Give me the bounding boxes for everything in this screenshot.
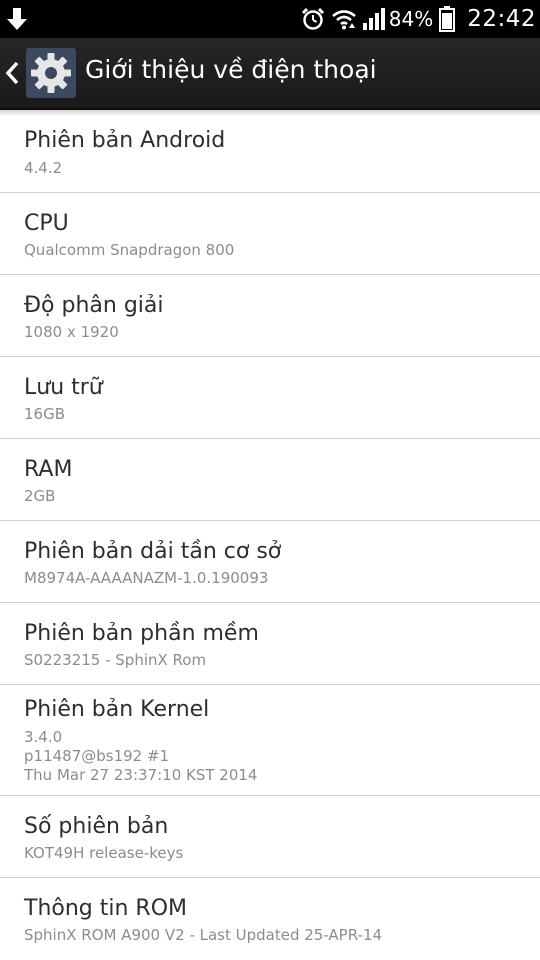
battery-percent: 84% — [388, 7, 434, 31]
item-summary: 4.4.2 — [24, 159, 63, 177]
list-item-software-version[interactable]: Phiên bản phần mềm S0223215 - SphinX Rom — [0, 603, 540, 685]
list-item-cpu[interactable]: CPU Qualcomm Snapdragon 800 — [0, 193, 540, 275]
item-title: Độ phân giải — [24, 293, 164, 318]
item-title: Phiên bản dải tần cơ sở — [24, 539, 282, 564]
list-item-storage[interactable]: Lưu trữ 16GB — [0, 357, 540, 439]
status-icons: 84% 22:42 — [295, 0, 536, 38]
item-summary: 1080 x 1920 — [24, 323, 119, 341]
item-summary: 2GB — [24, 487, 56, 505]
item-title: Thông tin ROM — [24, 896, 188, 921]
signal-icon — [362, 8, 385, 30]
list-item-build-number[interactable]: Số phiên bản KOT49H release-keys — [0, 796, 540, 878]
item-title: Lưu trữ — [24, 375, 103, 400]
battery-icon — [439, 6, 456, 32]
item-summary: 16GB — [24, 405, 66, 423]
item-summary: M8974A-AAAANAZM-1.0.190093 — [24, 569, 269, 587]
list-item-rom-info[interactable]: Thông tin ROM SphinX ROM A900 V2 - Last … — [0, 878, 540, 960]
item-title: CPU — [24, 211, 69, 236]
item-title: Phiên bản phần mềm — [24, 621, 259, 646]
item-summary: SphinX ROM A900 V2 - Last Updated 25-APR… — [24, 926, 383, 944]
list-item-kernel-version[interactable]: Phiên bản Kernel 3.4.0 p11487@bs192 #1 T… — [0, 685, 540, 796]
list-item-ram[interactable]: RAM 2GB — [0, 439, 540, 521]
item-summary: Qualcomm Snapdragon 800 — [24, 241, 235, 259]
list-item-baseband-version[interactable]: Phiên bản dải tần cơ sở M8974A-AAAANAZM-… — [0, 521, 540, 603]
wifi-icon — [331, 10, 356, 30]
item-summary: S0223215 - SphinX Rom — [24, 651, 207, 669]
item-summary: 3.4.0 p11487@bs192 #1 Thu Mar 27 23:37:1… — [24, 728, 258, 784]
page-title: Giới thiệu về điện thoại — [85, 55, 377, 84]
alarm-icon — [301, 7, 324, 30]
list-item-android-version[interactable]: Phiên bản Android 4.4.2 — [0, 110, 540, 193]
list-item-resolution[interactable]: Độ phân giải 1080 x 1920 — [0, 275, 540, 357]
about-phone-list: Phiên bản Android 4.4.2 CPU Qualcomm Sna… — [0, 110, 540, 960]
item-summary: KOT49H release-keys — [24, 844, 184, 862]
status-bar: 84% 22:42 — [0, 0, 540, 38]
item-title: RAM — [24, 457, 73, 482]
back-chevron-icon[interactable] — [4, 60, 20, 86]
settings-gear-icon[interactable] — [26, 48, 76, 98]
item-title: Phiên bản Kernel — [24, 697, 210, 722]
download-icon — [7, 8, 27, 30]
item-title: Số phiên bản — [24, 814, 169, 839]
clock: 22:42 — [467, 6, 536, 32]
action-bar: Giới thiệu về điện thoại — [0, 38, 540, 110]
item-title: Phiên bản Android — [24, 128, 226, 153]
